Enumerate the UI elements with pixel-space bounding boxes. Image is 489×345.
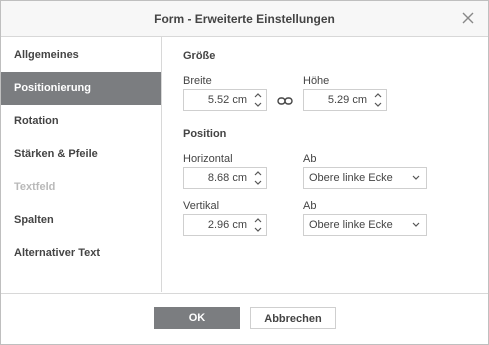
sidebar-item-label: Allgemeines — [14, 49, 79, 61]
width-spinner[interactable]: 5.52 cm — [183, 89, 267, 111]
horizontal-label: Horizontal — [183, 153, 233, 165]
sidebar: Allgemeines Positionierung Rotation Stär… — [1, 37, 162, 292]
chevron-down-icon — [412, 175, 420, 180]
ok-button[interactable]: OK — [154, 307, 240, 329]
sidebar-item-label: Stärken & Pfeile — [14, 148, 98, 160]
vertical-from-select[interactable]: Obere linke Ecke — [303, 214, 427, 236]
sidebar-item-spalten[interactable]: Spalten — [1, 204, 161, 237]
vertical-from-label: Ab — [303, 200, 317, 212]
cancel-button[interactable]: Abbrechen — [250, 307, 336, 329]
spin-down-icon[interactable] — [372, 100, 384, 109]
size-heading: Größe — [183, 50, 216, 62]
close-icon[interactable] — [460, 10, 476, 26]
sidebar-item-positionierung[interactable]: Positionierung — [1, 72, 161, 105]
positioning-panel: Größe Breite 5.52 cm Höhe 5.29 cm Positi… — [162, 37, 488, 292]
link-icon[interactable] — [277, 95, 293, 107]
advanced-settings-dialog: Form - Erweiterte Einstellungen Allgemei… — [0, 0, 489, 345]
spin-up-icon[interactable] — [252, 169, 264, 178]
spin-up-icon[interactable] — [252, 216, 264, 225]
horizontal-spinner[interactable]: 8.68 cm — [183, 167, 267, 189]
spin-up-icon[interactable] — [252, 91, 264, 100]
height-label: Höhe — [303, 75, 330, 87]
vertical-value: 2.96 cm — [207, 219, 247, 231]
dialog-footer: OK Abbrechen — [1, 293, 488, 344]
sidebar-item-label: Textfeld — [14, 181, 56, 193]
width-value: 5.52 cm — [207, 94, 247, 106]
width-label: Breite — [183, 75, 212, 87]
vertical-label: Vertikal — [183, 200, 220, 212]
sidebar-item-label: Rotation — [14, 115, 59, 127]
dialog-titlebar: Form - Erweiterte Einstellungen — [1, 1, 488, 37]
sidebar-item-rotation[interactable]: Rotation — [1, 105, 161, 138]
sidebar-item-label: Alternativer Text — [14, 247, 100, 259]
horizontal-value: 8.68 cm — [207, 172, 247, 184]
sidebar-item-allgemeines[interactable]: Allgemeines — [1, 39, 161, 72]
sidebar-item-staerken-pfeile[interactable]: Stärken & Pfeile — [1, 138, 161, 171]
horizontal-from-label: Ab — [303, 153, 317, 165]
dialog-title: Form - Erweiterte Einstellungen — [154, 12, 335, 26]
vertical-spinner[interactable]: 2.96 cm — [183, 214, 267, 236]
spin-down-icon[interactable] — [252, 225, 264, 234]
height-spinner[interactable]: 5.29 cm — [303, 89, 387, 111]
spin-down-icon[interactable] — [252, 100, 264, 109]
horizontal-from-value: Obere linke Ecke — [309, 172, 393, 184]
chevron-down-icon — [412, 222, 420, 227]
sidebar-item-textfeld: Textfeld — [1, 171, 161, 204]
spin-up-icon[interactable] — [372, 91, 384, 100]
spin-down-icon[interactable] — [252, 178, 264, 187]
position-heading: Position — [183, 128, 227, 140]
sidebar-item-label: Positionierung — [14, 82, 91, 94]
sidebar-item-label: Spalten — [14, 214, 54, 226]
height-value: 5.29 cm — [327, 94, 367, 106]
horizontal-from-select[interactable]: Obere linke Ecke — [303, 167, 427, 189]
sidebar-item-alternativer-text[interactable]: Alternativer Text — [1, 237, 161, 270]
vertical-from-value: Obere linke Ecke — [309, 219, 393, 231]
